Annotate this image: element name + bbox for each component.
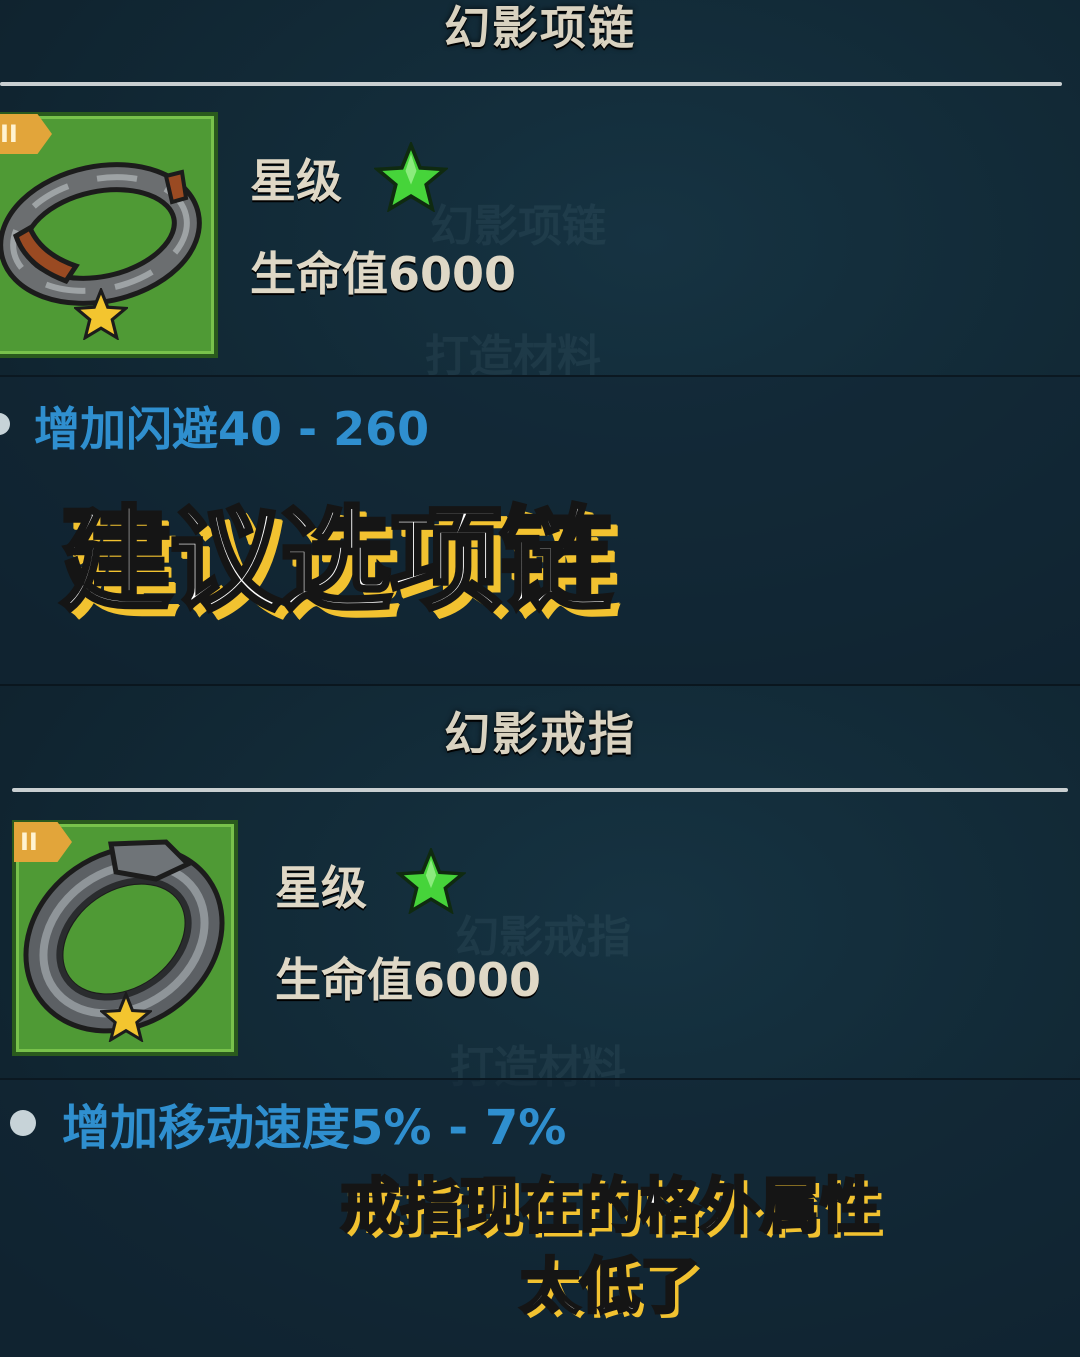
gold-star-icon <box>74 288 128 340</box>
item-title: 幻影戒指 <box>444 707 636 761</box>
ring-caption-line1: 戒指现在的格外属性 <box>339 1171 882 1244</box>
item-title: 幻影项链 <box>444 1 636 55</box>
bonus-attribute: 增加闪避40 - 260 <box>34 402 430 456</box>
bonus-attribute: 增加移动速度5% - 7% <box>62 1100 567 1156</box>
ring-caption-line2: 太低了 <box>519 1251 702 1324</box>
green-star-icon <box>396 848 466 914</box>
ring-panel: 幻影戒指 幻影戒指 打造材料 II 星级 生命值6000 增加移动速度5% - … <box>0 684 1080 1357</box>
green-star-icon <box>374 142 448 212</box>
star-rating-label: 星级 <box>250 154 342 208</box>
hp-value: 生命值6000 <box>275 953 542 1007</box>
bullet-dot <box>0 413 10 435</box>
bullet-dot <box>10 1110 36 1136</box>
hp-value: 生命值6000 <box>250 247 517 301</box>
title-divider <box>0 82 1062 86</box>
star-rating-label: 星级 <box>275 861 367 915</box>
gold-star-icon <box>100 992 152 1042</box>
recommend-caption: 建议选项链 <box>58 494 614 628</box>
title-divider <box>12 788 1068 792</box>
necklace-panel: 幻影项链 幻影项链 打造材料 II 星级 生命值6000 增加闪避40 - 26… <box>0 0 1080 684</box>
